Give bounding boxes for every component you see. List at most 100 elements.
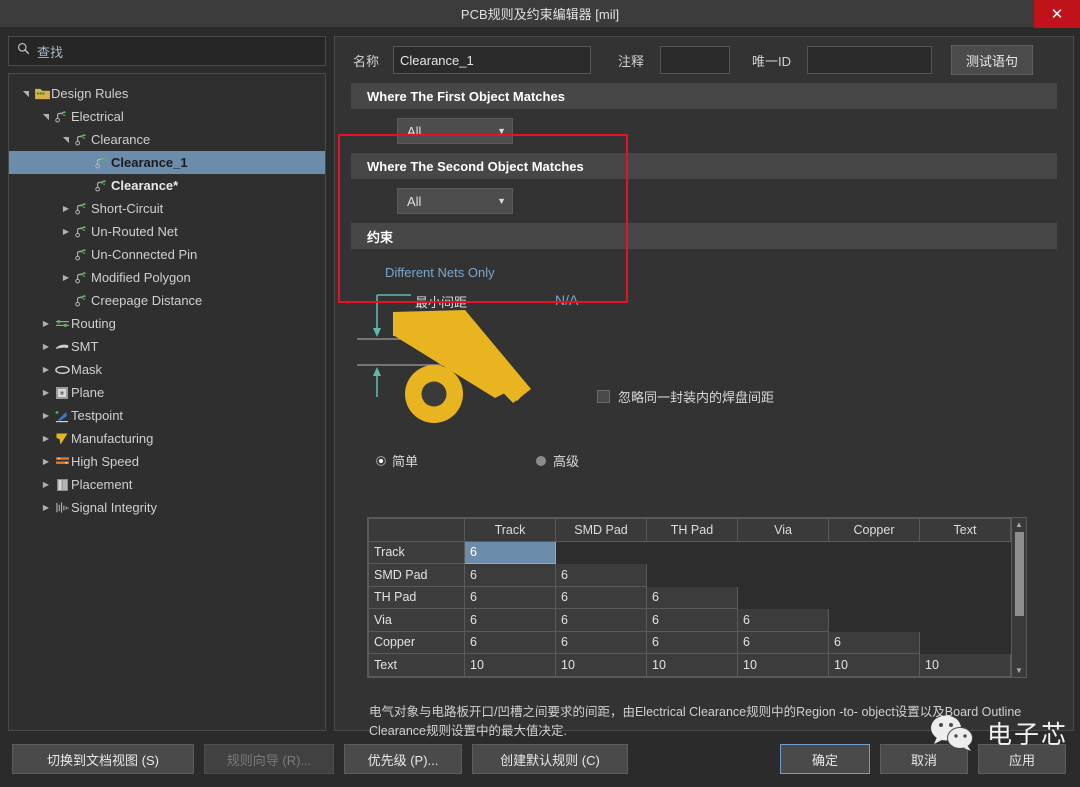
tree-item-routing[interactable]: ▶ Routing xyxy=(9,312,325,335)
chevron-down-icon[interactable]: ◢ xyxy=(41,110,50,124)
priority-button[interactable]: 优先级 (P)... xyxy=(344,744,462,774)
tree-item-smt[interactable]: ▶ SMT xyxy=(9,335,325,358)
tree-item-un-routed-net[interactable]: ▶ Un-Routed Net xyxy=(9,220,325,243)
matrix-cell[interactable]: 10 xyxy=(464,653,556,677)
matrix-cell[interactable] xyxy=(646,563,738,587)
matrix-cell[interactable] xyxy=(737,585,829,609)
matrix-cell[interactable]: 6 xyxy=(464,608,556,632)
chevron-right-icon[interactable]: ▶ xyxy=(59,227,73,236)
chevron-down-icon[interactable]: ◢ xyxy=(61,133,70,147)
tree-item-placement[interactable]: ▶ Placement xyxy=(9,473,325,496)
second-object-scope-dropdown[interactable]: All ▼ xyxy=(397,188,513,214)
table-row[interactable]: Via 6 6 6 6 xyxy=(368,608,1011,632)
scroll-down-icon[interactable]: ▼ xyxy=(1015,666,1023,675)
matrix-cell[interactable]: 10 xyxy=(828,653,920,677)
matrix-cell[interactable]: 6 xyxy=(737,608,829,632)
tree-item-un-connected-pin[interactable]: Un-Connected Pin xyxy=(9,243,325,266)
tree-item-plane[interactable]: ▶ Plane xyxy=(9,381,325,404)
chevron-right-icon[interactable]: ▶ xyxy=(39,319,53,328)
first-object-scope-dropdown[interactable]: All ▼ xyxy=(397,118,513,144)
radio-advanced[interactable]: 高级 xyxy=(536,451,579,470)
matrix-cell[interactable] xyxy=(737,563,829,587)
scroll-up-icon[interactable]: ▲ xyxy=(1015,520,1023,529)
chevron-right-icon[interactable]: ▶ xyxy=(39,480,53,489)
matrix-cell[interactable]: 6 xyxy=(555,563,647,587)
test-query-button[interactable]: 测试语句 xyxy=(951,45,1034,75)
comment-field[interactable] xyxy=(660,46,731,74)
cancel-button[interactable]: 取消 xyxy=(880,744,968,774)
matrix-scrollbar[interactable]: ▲ ▼ xyxy=(1011,518,1026,677)
matrix-cell[interactable]: 10 xyxy=(919,653,1011,677)
matrix-cell[interactable]: 6 xyxy=(464,585,556,609)
matrix-cell[interactable]: 6 xyxy=(555,608,647,632)
matrix-cell[interactable] xyxy=(828,540,920,564)
tree-item-electrical[interactable]: ◢ Electrical xyxy=(9,105,325,128)
matrix-cell[interactable]: 10 xyxy=(737,653,829,677)
matrix-cell[interactable] xyxy=(737,540,829,564)
chevron-right-icon[interactable]: ▶ xyxy=(39,411,53,420)
apply-button[interactable]: 应用 xyxy=(978,744,1066,774)
matrix-cell[interactable] xyxy=(919,630,1011,654)
matrix-cell[interactable]: 6 xyxy=(828,630,920,654)
tree-item-mask[interactable]: ▶ Mask xyxy=(9,358,325,381)
tree-item-testpoint[interactable]: ▶ Testpoint xyxy=(9,404,325,427)
table-row[interactable]: SMD Pad 6 6 xyxy=(368,563,1011,587)
scrollbar-thumb[interactable] xyxy=(1015,532,1024,616)
name-field[interactable]: Clearance_1 xyxy=(393,46,592,74)
chevron-right-icon[interactable]: ▶ xyxy=(59,273,73,282)
ok-button[interactable]: 确定 xyxy=(780,744,870,774)
matrix-cell[interactable] xyxy=(555,540,647,564)
matrix-cell[interactable] xyxy=(919,563,1011,587)
create-default-rules-button[interactable]: 创建默认规则 (C) xyxy=(472,744,628,774)
matrix-cell[interactable] xyxy=(828,585,920,609)
rule-wizard-button[interactable]: 规则向导 (R)... xyxy=(204,744,334,774)
tree-item-clearance[interactable]: Clearance* xyxy=(9,174,325,197)
matrix-cell[interactable] xyxy=(919,608,1011,632)
matrix-cell[interactable]: 6 xyxy=(646,608,738,632)
matrix-cell[interactable]: 10 xyxy=(555,653,647,677)
matrix-cell[interactable]: 6 xyxy=(737,630,829,654)
switch-to-document-view-button[interactable]: 切换到文档视图 (S) xyxy=(12,744,194,774)
chevron-right-icon[interactable]: ▶ xyxy=(39,457,53,466)
table-row[interactable]: Track 6 xyxy=(368,540,1011,564)
chevron-right-icon[interactable]: ▶ xyxy=(39,388,53,397)
chevron-right-icon[interactable]: ▶ xyxy=(59,204,73,213)
radio-simple[interactable]: 简单 xyxy=(377,451,418,470)
matrix-cell[interactable]: 6 xyxy=(555,630,647,654)
matrix-cell[interactable]: 6 xyxy=(464,630,556,654)
tree-item-high-speed[interactable]: ▶ High Speed xyxy=(9,450,325,473)
tree-item-clearance[interactable]: ◢ Clearance xyxy=(9,128,325,151)
matrix-cell[interactable]: 6 xyxy=(646,630,738,654)
close-button[interactable]: ✕ xyxy=(1034,0,1080,28)
matrix-cell[interactable] xyxy=(919,585,1011,609)
search-input[interactable]: 查找 xyxy=(8,36,326,66)
matrix-cell[interactable]: 6 xyxy=(646,585,738,609)
tree-item-creepage-distance[interactable]: Creepage Distance xyxy=(9,289,325,312)
matrix-cell[interactable] xyxy=(919,540,1011,564)
tree-item-short-circuit[interactable]: ▶ Short-Circuit xyxy=(9,197,325,220)
matrix-cell[interactable] xyxy=(828,563,920,587)
chevron-down-icon[interactable]: ◢ xyxy=(21,87,30,101)
matrix-cell[interactable] xyxy=(646,540,738,564)
table-row[interactable]: TH Pad 6 6 6 xyxy=(368,585,1011,609)
design-rules-tree[interactable]: ◢ Design Rules ◢ Electrical ◢ Clearance Cleara… xyxy=(8,73,326,731)
matrix-cell[interactable]: 10 xyxy=(646,653,738,677)
clearance-matrix[interactable]: Track SMD Pad TH Pad Via Copper Text Track 6 SMD… xyxy=(367,517,1027,678)
tree-item-manufacturing[interactable]: ▶ Manufacturing xyxy=(9,427,325,450)
unique-id-field[interactable] xyxy=(807,46,933,74)
ignore-pad-clearance-checkbox[interactable]: 忽略同一封装内的焊盘间距 xyxy=(597,387,774,406)
tree-item-clearance-1[interactable]: Clearance_1 xyxy=(9,151,325,174)
tree-item-design-rules[interactable]: ◢ Design Rules xyxy=(9,82,325,105)
matrix-cell[interactable] xyxy=(828,608,920,632)
chevron-right-icon[interactable]: ▶ xyxy=(39,503,53,512)
matrix-cell[interactable]: 6 xyxy=(555,585,647,609)
chevron-right-icon[interactable]: ▶ xyxy=(39,365,53,374)
table-row[interactable]: Copper 6 6 6 6 6 xyxy=(368,630,1011,654)
chevron-right-icon[interactable]: ▶ xyxy=(39,342,53,351)
chevron-right-icon[interactable]: ▶ xyxy=(39,434,53,443)
tree-item-modified-polygon[interactable]: ▶ Modified Polygon xyxy=(9,266,325,289)
table-row[interactable]: Text 10 10 10 10 10 10 xyxy=(368,653,1011,677)
tree-item-signal-integrity[interactable]: ▶ Signal Integrity xyxy=(9,496,325,519)
matrix-cell[interactable]: 6 xyxy=(464,563,556,587)
matrix-cell[interactable]: 6 xyxy=(464,540,556,564)
